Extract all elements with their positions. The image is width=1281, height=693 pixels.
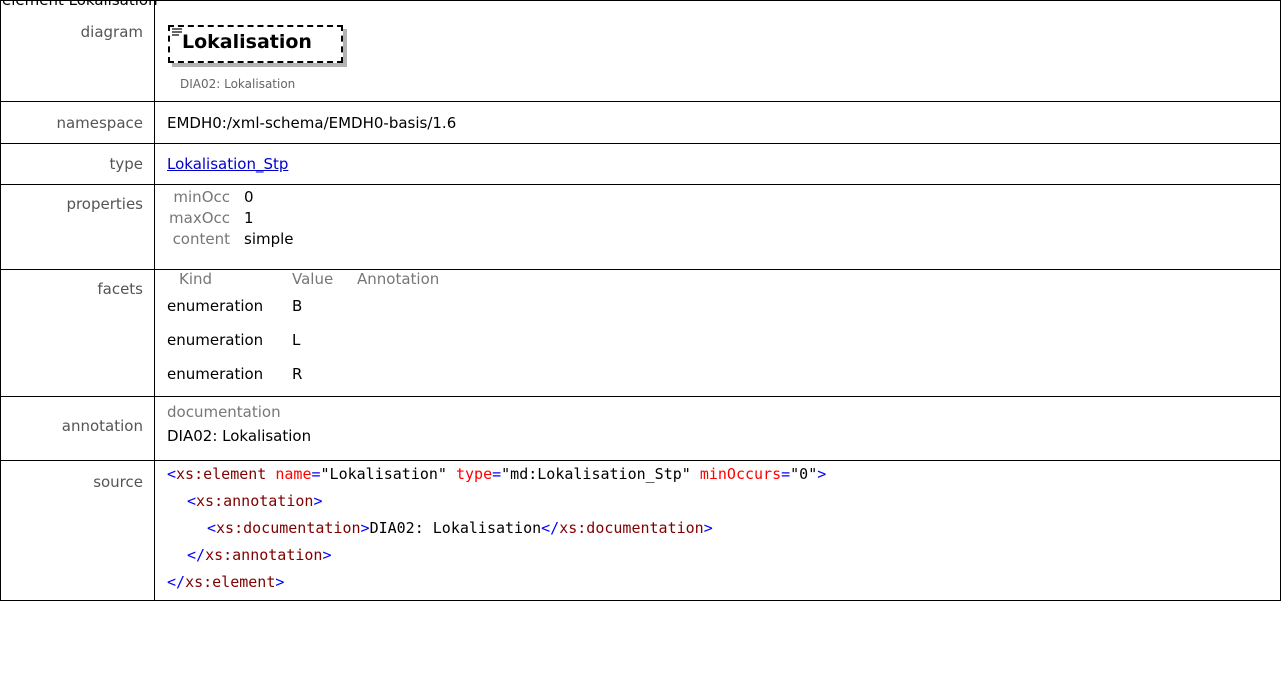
facets-table: Kind Value Annotation enumeration B enume… xyxy=(155,270,1280,391)
annotation-label: annotation xyxy=(61,417,143,435)
type-link[interactable]: Lokalisation_Stp xyxy=(167,155,288,173)
properties-row: properties minOcc 0 maxOcc 1 content simple xyxy=(0,184,1281,270)
type-row: type Lokalisation_Stp xyxy=(0,143,1281,185)
source-label: source xyxy=(93,473,143,491)
source-line: <xs:annotation> xyxy=(187,492,323,510)
property-item: minOcc 0 xyxy=(173,188,254,206)
source-line: </xs:element> xyxy=(167,573,285,591)
diagram-row: diagram Lokalisation DIA02: Lokalisation xyxy=(0,0,1281,102)
source-line: <xs:element name="Lokalisation" type="md… xyxy=(167,465,827,483)
element-diagram: Lokalisation DIA02: Lokalisation xyxy=(155,1,1280,101)
type-label: type xyxy=(109,155,143,173)
element-doc-caption: DIA02: Lokalisation xyxy=(180,77,296,91)
facets-label: facets xyxy=(97,280,143,298)
annotation-row: annotation documentation DIA02: Lokalisa… xyxy=(0,396,1281,461)
namespace-label: namespace xyxy=(56,113,143,132)
source-row: source <xs:element name="Lokalisation" t… xyxy=(0,460,1281,601)
properties-label: properties xyxy=(66,195,143,213)
header-partial: element Lokalisation xyxy=(2,0,158,9)
facets-header: Kind Value Annotation xyxy=(179,270,440,288)
properties-list: minOcc 0 maxOcc 1 content simple xyxy=(155,185,1280,250)
element-name: Lokalisation xyxy=(182,31,312,53)
property-item: content simple xyxy=(172,230,294,248)
namespace-value: EMDH0:/xml-schema/EMDH0-basis/1.6 xyxy=(167,113,457,132)
facet-item: enumeration L xyxy=(167,331,301,349)
documentation-label: documentation xyxy=(167,403,281,421)
facet-item: enumeration R xyxy=(167,365,303,383)
facet-item: enumeration B xyxy=(167,297,303,315)
source-line: </xs:annotation> xyxy=(187,546,332,564)
element-box[interactable]: Lokalisation xyxy=(168,25,343,63)
schema-doc-table: diagram Lokalisation DIA02: Lokalisation… xyxy=(0,0,1281,601)
documentation-text: DIA02: Lokalisation xyxy=(167,427,312,445)
source-code: <xs:element name="Lokalisation" type="md… xyxy=(154,460,1281,601)
facets-row: facets Kind Value Annotation enumeration… xyxy=(0,269,1281,397)
namespace-row: namespace EMDH0:/xml-schema/EMDH0-basis/… xyxy=(0,101,1281,144)
source-line: <xs:documentation>DIA02: Lokalisation</x… xyxy=(207,519,713,537)
property-item: maxOcc 1 xyxy=(169,209,254,227)
